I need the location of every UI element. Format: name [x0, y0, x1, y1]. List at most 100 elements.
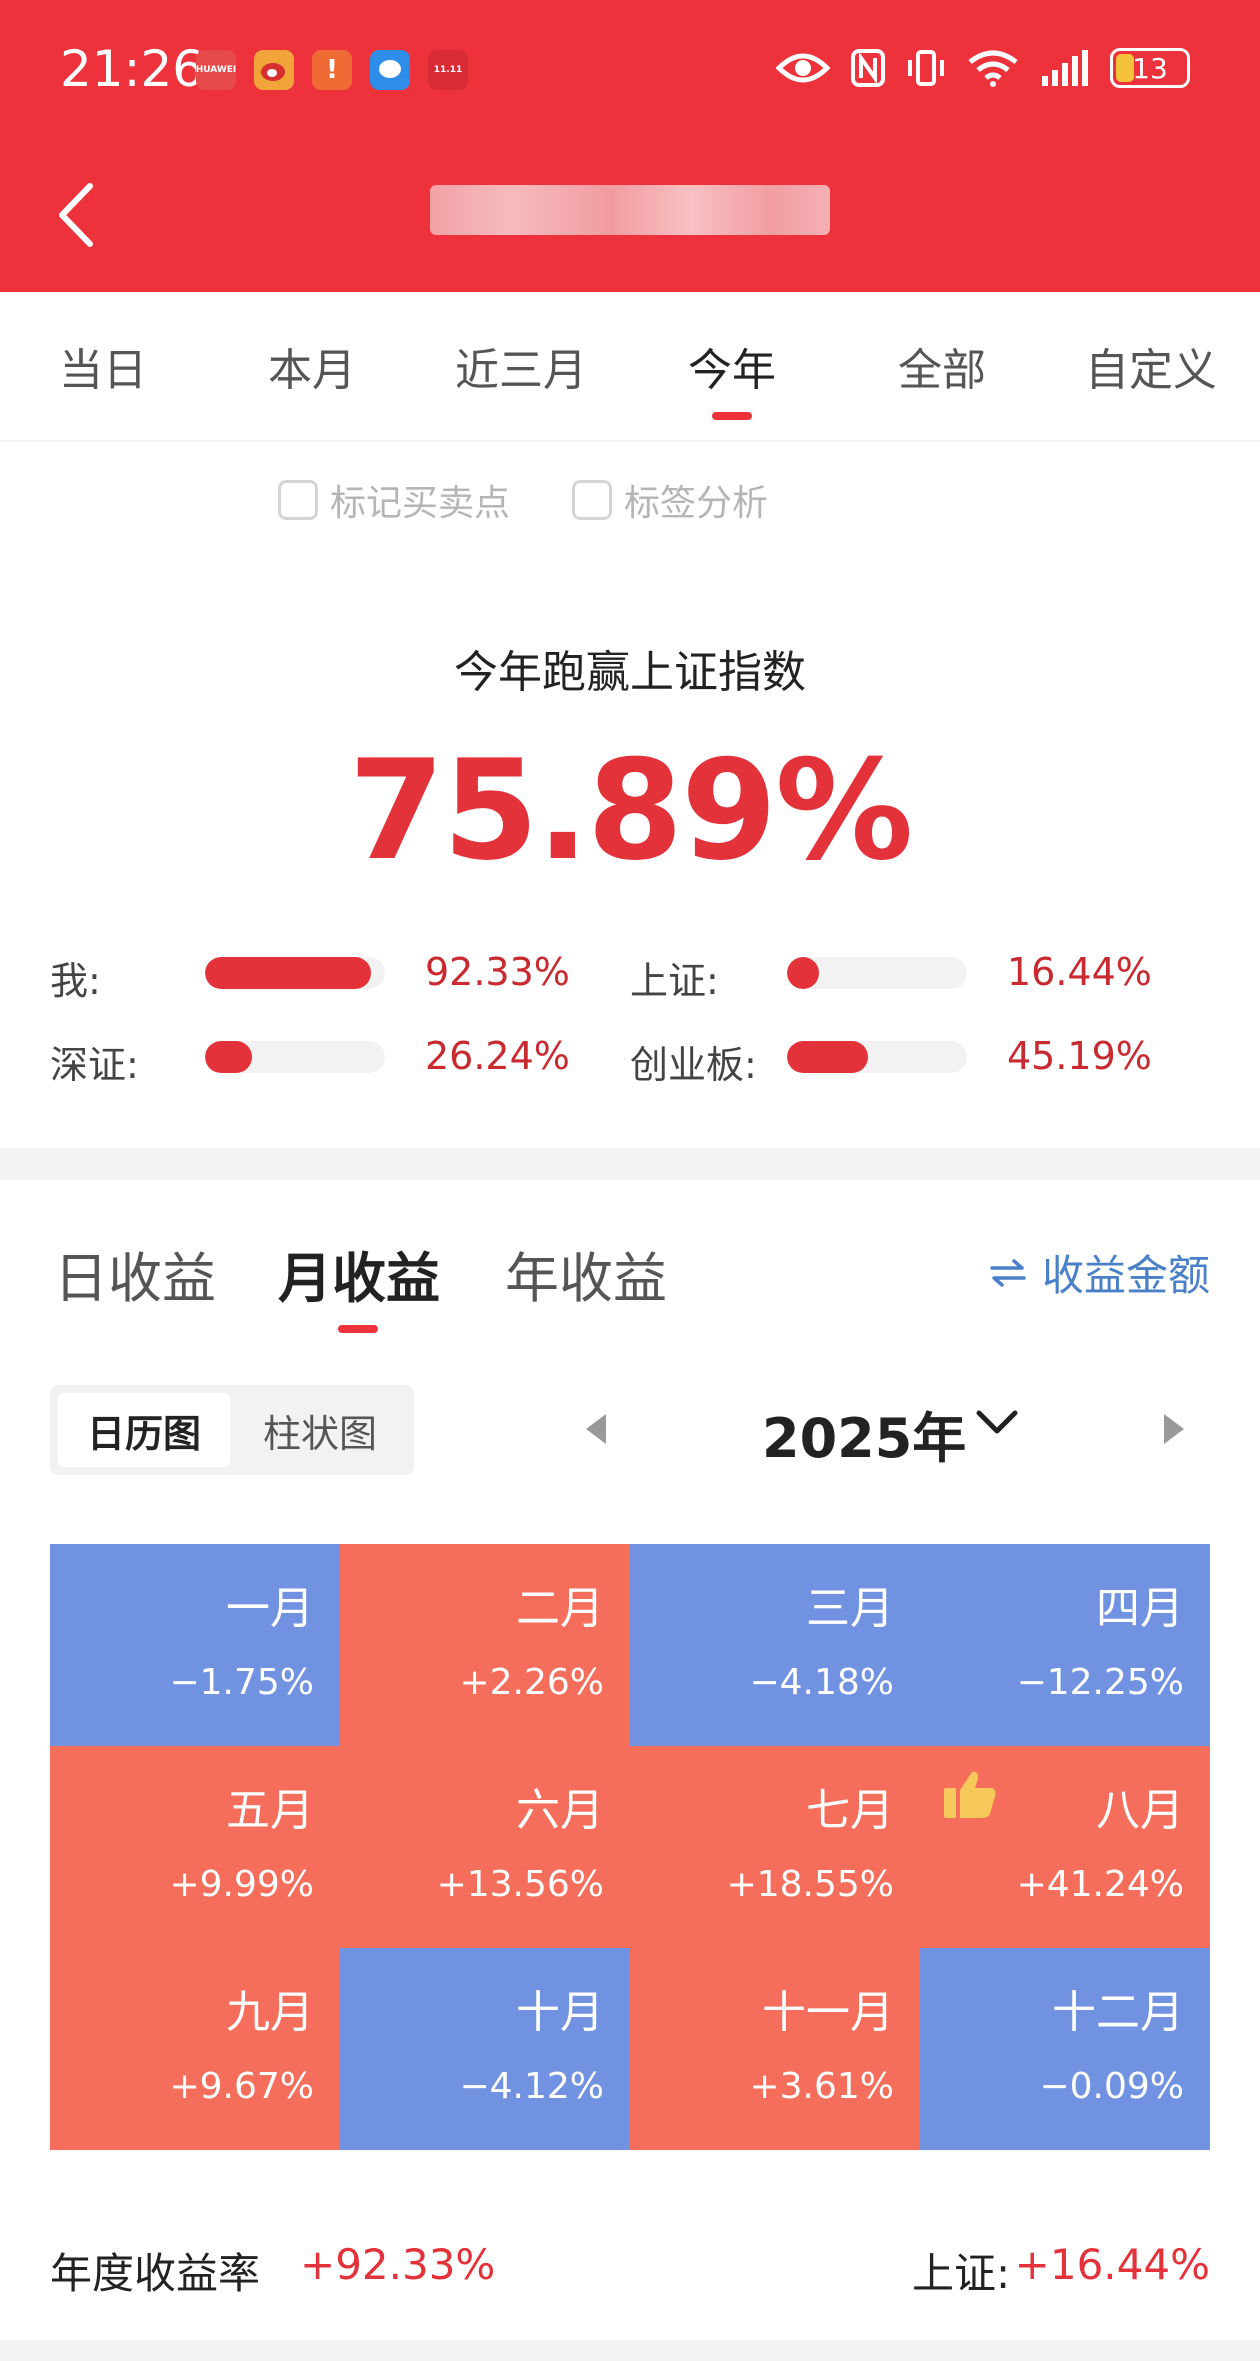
month-return: −4.18% [749, 1662, 894, 1703]
outperform-value: 75.89% [348, 730, 914, 891]
eye-icon [776, 48, 830, 88]
bar-view-button[interactable]: 柱状图 [234, 1393, 406, 1467]
battery-indicator: 13 [1110, 48, 1190, 88]
month-cell[interactable]: 十二月 −0.09% [920, 1948, 1210, 2150]
month-cell[interactable]: 二月 +2.26% [340, 1544, 630, 1746]
compare-bar-szse [205, 1041, 385, 1073]
bottom-strip [0, 2340, 1260, 2361]
month-cell[interactable]: 一月 −1.75% [50, 1544, 340, 1746]
calendar-view-button[interactable]: 日历图 [58, 1393, 230, 1467]
month-return: −4.12% [459, 2066, 604, 2107]
compare-bar-me [205, 957, 385, 989]
tag-analysis-label: 标签分析 [624, 483, 769, 524]
month-return: +13.56% [436, 1864, 604, 1905]
month-name: 一月 [226, 1583, 314, 1634]
tab-last-three-months[interactable]: 近三月 [421, 334, 621, 398]
alert-app-icon: ! [312, 50, 352, 90]
compare-label-szse: 深证: [50, 1043, 139, 1087]
amount-toggle-button[interactable]: 收益金额 [990, 1242, 1210, 1303]
month-return: +18.55% [726, 1864, 894, 1905]
year-selector[interactable]: 2025年 [762, 1394, 966, 1473]
compare-value-szse: 26.24% [425, 1034, 570, 1078]
tab-monthly-returns[interactable]: 月收益 [278, 1234, 440, 1313]
status-time: 21:26 [60, 40, 205, 98]
tab-this-year[interactable]: 今年 [632, 334, 832, 398]
tab-today[interactable]: 当日 [3, 334, 203, 398]
month-return: −12.25% [1016, 1662, 1184, 1703]
compare-value-sse: 16.44% [1007, 950, 1152, 994]
period-tabs: 当日 本月 近三月 今年 全部 自定义 [0, 292, 1260, 442]
huawei-app-icon: HUAWEI [196, 50, 236, 90]
view-mode-switch: 日历图 柱状图 [50, 1385, 414, 1475]
mark-trades-checkbox[interactable]: 标记买卖点 [278, 474, 510, 526]
tab-yearly-returns[interactable]: 年收益 [505, 1234, 667, 1313]
tag-analysis-checkbox[interactable]: 标签分析 [572, 474, 768, 526]
prev-year-button[interactable] [584, 1412, 608, 1450]
amount-toggle-label: 收益金额 [1041, 1251, 1210, 1300]
month-cell[interactable]: 八月 +41.24% [920, 1746, 1210, 1948]
checkbox-box[interactable] [278, 480, 318, 520]
app-header: 21:26 HUAWEI ! 11.11 13 [0, 0, 1260, 292]
month-name: 二月 [516, 1583, 604, 1634]
month-name: 十二月 [1052, 1987, 1184, 2038]
thumbs-up-icon [942, 1768, 998, 1824]
compare-bar-fill [787, 1041, 868, 1073]
month-return: +3.61% [749, 2066, 894, 2107]
status-system-icons: 13 [776, 48, 1190, 88]
compare-value-me: 92.33% [425, 950, 570, 994]
month-cell[interactable]: 七月 +18.55% [630, 1746, 920, 1948]
tab-all[interactable]: 全部 [842, 334, 1042, 398]
month-name: 四月 [1096, 1583, 1184, 1634]
tab-this-month[interactable]: 本月 [212, 334, 412, 398]
month-cell[interactable]: 四月 −12.25% [920, 1544, 1210, 1746]
annual-return-label: 年度收益率 [50, 2249, 261, 2298]
month-name: 十一月 [762, 1987, 894, 2038]
compare-bar-fill [205, 1041, 252, 1073]
month-cell[interactable]: 六月 +13.56% [340, 1746, 630, 1948]
outperform-title: 今年跑赢上证指数 [454, 647, 806, 698]
signal-icon [1040, 48, 1090, 88]
compare-label-chinext: 创业板: [630, 1043, 757, 1087]
compare-bar-fill [205, 957, 371, 989]
tab-active-indicator [712, 412, 752, 420]
status-app-icons: HUAWEI ! 11.11 [196, 50, 468, 90]
section-divider [0, 1148, 1260, 1180]
month-return: +9.67% [169, 2066, 314, 2107]
index-return-label: 上证: [912, 2249, 1011, 2298]
monthly-returns-calendar: 一月 −1.75% 二月 +2.26% 三月 −4.18% 四月 −12.25% 五月 +… [50, 1544, 1210, 2150]
blurred-page-title [430, 185, 830, 235]
message-app-icon [370, 50, 410, 90]
compare-bar-sse [787, 957, 967, 989]
annual-return-value: +92.33% [300, 2240, 496, 2289]
month-name: 三月 [806, 1583, 894, 1634]
month-return: +2.26% [459, 1662, 604, 1703]
compare-bar-chinext [787, 1041, 967, 1073]
month-return: −0.09% [1039, 2066, 1184, 2107]
month-cell[interactable]: 十一月 +3.61% [630, 1948, 920, 2150]
compare-value-chinext: 45.19% [1007, 1034, 1152, 1078]
swap-icon [990, 1258, 1026, 1287]
month-cell[interactable]: 三月 −4.18% [630, 1544, 920, 1746]
month-cell[interactable]: 十月 −4.12% [340, 1948, 630, 2150]
next-year-button[interactable] [1162, 1412, 1186, 1450]
nfc-icon [850, 48, 886, 88]
returns-tab-indicator [338, 1325, 378, 1333]
back-button[interactable] [50, 180, 110, 250]
vibrate-icon [906, 48, 946, 88]
month-cell[interactable]: 九月 +9.67% [50, 1948, 340, 2150]
tab-custom[interactable]: 自定义 [1051, 334, 1251, 398]
month-name: 六月 [516, 1785, 604, 1836]
month-cell[interactable]: 五月 +9.99% [50, 1746, 340, 1948]
chevron-down-icon[interactable] [975, 1405, 1019, 1443]
checkbox-box[interactable] [572, 480, 612, 520]
month-name: 八月 [1096, 1785, 1184, 1836]
compare-label-me: 我: [50, 959, 101, 1003]
jd-app-icon: 11.11 [428, 50, 468, 90]
tab-daily-returns[interactable]: 日收益 [54, 1234, 216, 1313]
month-name: 十月 [516, 1987, 604, 2038]
month-name: 七月 [806, 1785, 894, 1836]
wifi-icon [966, 48, 1020, 88]
month-name: 五月 [226, 1785, 314, 1836]
mark-trades-label: 标记买卖点 [330, 483, 511, 524]
month-name: 九月 [226, 1987, 314, 2038]
